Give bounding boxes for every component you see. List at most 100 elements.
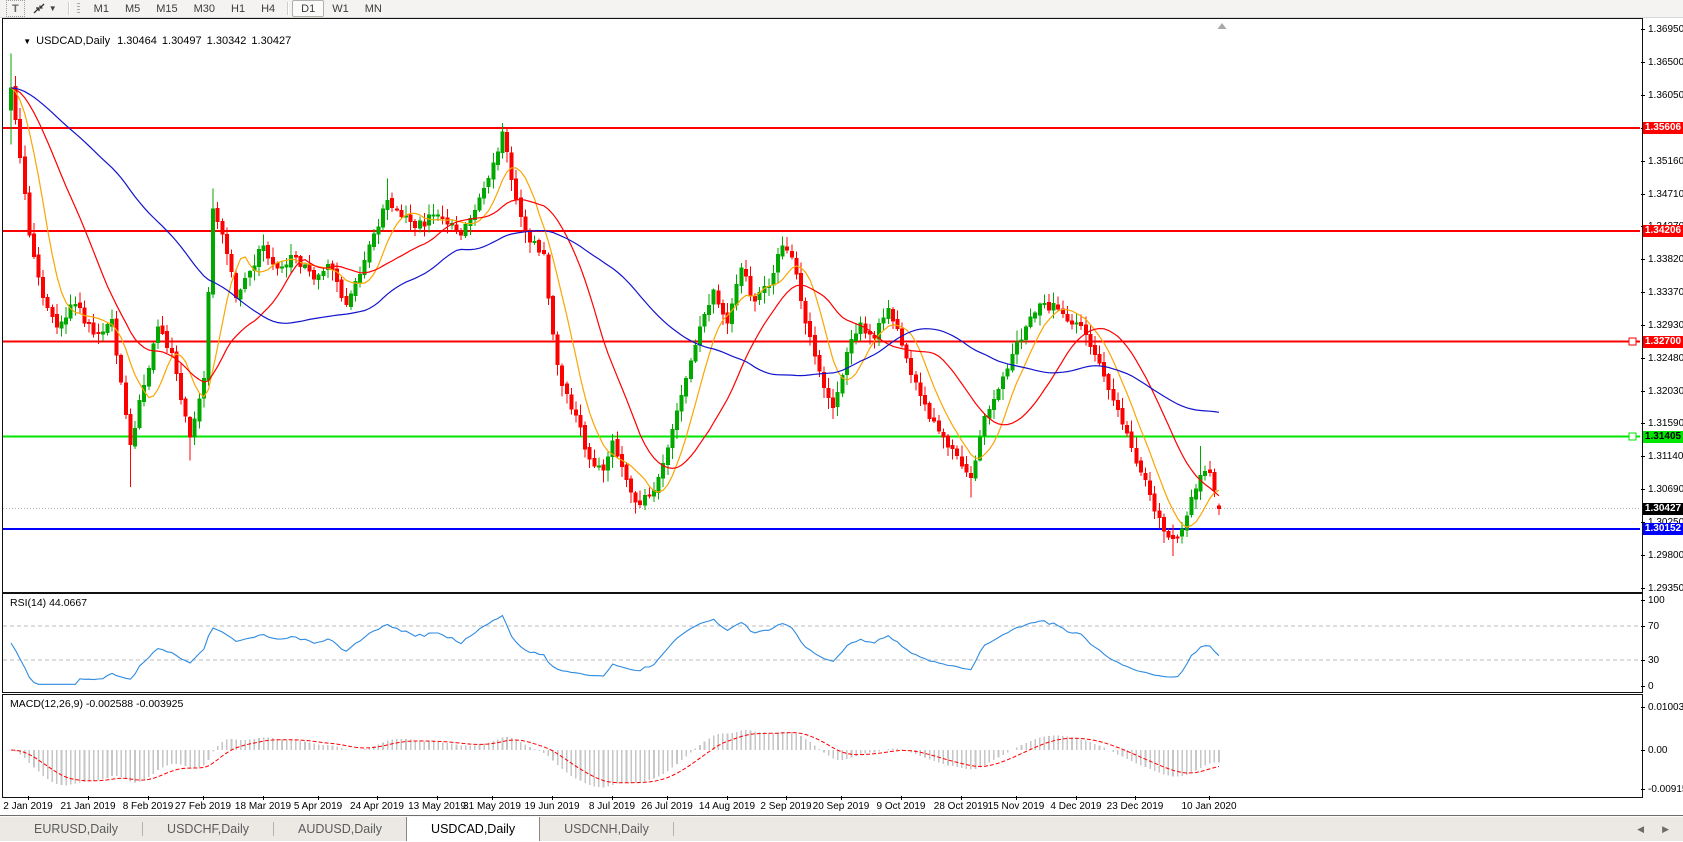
date-tick-label: 21 Jan 2019	[60, 801, 116, 812]
tabs-scroll-left-icon[interactable]: ◀	[1637, 824, 1644, 835]
rsi-axis[interactable]: 100 70 30 0	[1641, 593, 1683, 693]
chart-symbol: USDCAD,Daily	[36, 35, 111, 47]
date-tick	[612, 796, 613, 800]
date-tick-label: 18 Mar 2019	[234, 801, 292, 812]
date-tick	[552, 796, 553, 800]
level-line-handle[interactable]	[1628, 432, 1637, 441]
date-tick-label: 26 Jul 2019	[641, 801, 693, 812]
date-axis[interactable]: 2 Jan 2019 21 Jan 2019 8 Feb 2019 27 Feb 20…	[0, 796, 1683, 814]
ma-8	[10, 87, 1220, 528]
date-tick	[727, 796, 728, 800]
arrows-tool-button[interactable]: ▼	[25, 1, 64, 16]
date-tick-label: 9 Oct 2019	[876, 801, 926, 812]
date-tick-label: 27 Feb 2019	[174, 801, 232, 812]
level-price-label: 1.34206	[1643, 224, 1683, 237]
ma-21	[10, 87, 1220, 497]
tab-audusd[interactable]: AUDUSD,Daily	[274, 816, 406, 841]
macd-tick	[1641, 707, 1645, 708]
level-line-handle[interactable]	[1628, 337, 1637, 346]
date-tick-label: 5 Apr 2019	[293, 801, 343, 812]
date-tick	[377, 796, 378, 800]
price-chart-canvas[interactable]	[3, 19, 1640, 590]
rsi-tick-label: 0	[1648, 681, 1654, 692]
date-tick	[1135, 796, 1136, 800]
price-tick-label: 1.34710	[1648, 188, 1683, 200]
price-tick-label: 1.36500	[1648, 57, 1683, 69]
timeframe-w1[interactable]: W1	[324, 1, 357, 16]
date-tick-label: 24 Apr 2019	[350, 801, 404, 812]
rsi-tick	[1641, 686, 1645, 687]
top-toolbar: T ▼ M1 M5 M15 M30 H1 H4 D1 W1 MN	[0, 0, 1683, 18]
timeframe-m5[interactable]: M5	[117, 1, 148, 16]
tab-usdcad-active[interactable]: USDCAD,Daily	[406, 817, 541, 841]
rsi-panel[interactable]: RSI(14) 44.0667	[2, 593, 1643, 693]
tab-usdchf[interactable]: USDCHF,Daily	[143, 816, 273, 841]
macd-panel[interactable]: MACD(12,26,9) -0.002588 -0.003925	[2, 694, 1643, 798]
tabs-scroll-right-icon[interactable]: ▶	[1662, 824, 1669, 835]
price-tick	[1641, 324, 1645, 326]
date-tick	[263, 796, 264, 800]
price-tick	[1641, 29, 1645, 30]
price-tick	[1641, 357, 1645, 359]
level-price-label: 1.31405	[1643, 430, 1683, 443]
current-price-label: 1.30427	[1643, 502, 1683, 515]
date-tick-label: 8 Feb 2019	[122, 801, 174, 812]
macd-tick-label: 0.010035	[1648, 702, 1683, 713]
date-tick-label: 19 Jun 2019	[524, 801, 580, 812]
toolbar-separator	[287, 2, 289, 15]
macd-axis[interactable]: 0.010035 0.00 -0.009153	[1641, 694, 1683, 804]
price-tick-label: 1.32030	[1648, 385, 1683, 397]
timeframe-m1[interactable]: M1	[86, 1, 117, 16]
arrows-tool-icon	[33, 3, 45, 13]
date-tick-label: 23 Dec 2019	[1106, 801, 1164, 812]
macd-canvas[interactable]	[3, 695, 1640, 795]
collapse-triangle-icon[interactable]: ▼	[23, 37, 31, 46]
macd-tick	[1641, 750, 1645, 751]
tab-separator	[672, 821, 674, 836]
toolbar-grip[interactable]	[76, 2, 80, 15]
text-tool-button[interactable]: T	[6, 0, 25, 17]
date-tick	[1016, 796, 1017, 800]
ohlc-open: 1.30464	[117, 35, 157, 47]
rsi-tick	[1641, 600, 1645, 601]
timeframe-d1[interactable]: D1	[292, 0, 325, 17]
tab-eurusd[interactable]: EURUSD,Daily	[10, 816, 142, 841]
timeframe-mn[interactable]: MN	[357, 1, 390, 16]
date-tick-label: 8 Jul 2019	[588, 801, 636, 812]
chart-shift-marker[interactable]	[1217, 23, 1227, 29]
timeframe-h1[interactable]: H1	[223, 1, 253, 16]
price-tick	[1641, 587, 1645, 589]
macd-tick-label: -0.009153	[1648, 784, 1683, 795]
date-tick	[318, 796, 319, 800]
macd-tick-label: 0.00	[1648, 745, 1668, 756]
toolbar-separator	[67, 2, 69, 15]
chart-title: ▼ USDCAD,Daily 1.30464 1.30497 1.30342 1.3042…	[11, 23, 291, 59]
date-tick	[786, 796, 787, 800]
tab-usdcnh[interactable]: USDCNH,Daily	[540, 816, 673, 841]
rsi-tick-label: 100	[1648, 595, 1665, 606]
ma-55	[10, 87, 1220, 413]
main-chart-panel[interactable]: ▼ USDCAD,Daily 1.30464 1.30497 1.30342 1.3042…	[2, 18, 1643, 593]
timeframe-h4[interactable]: H4	[253, 1, 283, 16]
timeframe-m15[interactable]: M15	[148, 1, 185, 16]
price-tick	[1641, 554, 1645, 556]
price-tick	[1641, 456, 1645, 458]
date-tick-label: 20 Sep 2019	[812, 801, 870, 812]
price-tick	[1641, 423, 1645, 425]
date-tick	[148, 796, 149, 800]
date-tick-label: 4 Dec 2019	[1050, 801, 1102, 812]
date-tick-label: 14 Aug 2019	[698, 801, 756, 812]
date-tick	[28, 796, 29, 800]
price-tick	[1641, 160, 1645, 162]
price-tick	[1641, 390, 1645, 392]
ohlc-close: 1.30427	[251, 35, 292, 47]
price-tick-label: 1.36950	[1648, 24, 1683, 35]
price-axis[interactable]: 1.369501.365001.360501.356001.351601.347…	[1641, 18, 1683, 595]
date-tick-label: 31 May 2019	[463, 801, 521, 812]
timeframe-m30[interactable]: M30	[186, 1, 223, 16]
price-tick-label: 1.33370	[1648, 287, 1683, 299]
date-tick	[437, 796, 438, 800]
rsi-canvas[interactable]	[3, 594, 1640, 690]
price-tick	[1641, 259, 1645, 261]
macd-tick	[1641, 789, 1645, 790]
